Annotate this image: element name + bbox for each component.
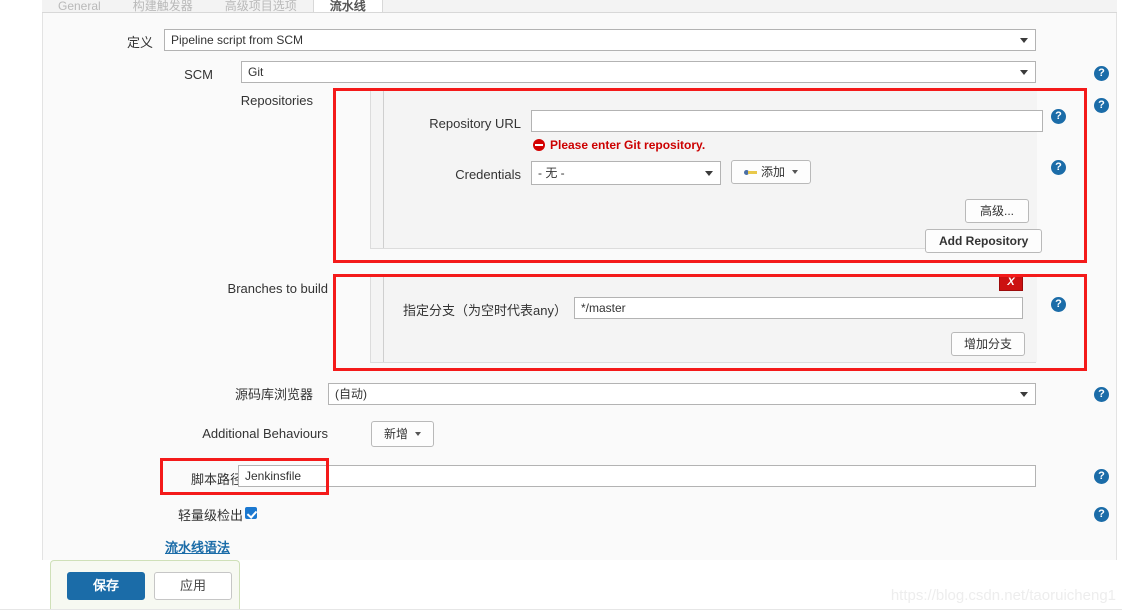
- key-icon: [744, 168, 757, 177]
- advanced-button-label: 高级...: [980, 204, 1015, 218]
- repository-url-error: Please enter Git repository.: [533, 138, 705, 152]
- definition-select[interactable]: Pipeline script from SCM: [164, 29, 1036, 51]
- watermark-text: https://blog.csdn.net/taoruicheng1: [890, 587, 1116, 604]
- add-behaviour-button[interactable]: 新增: [371, 421, 435, 447]
- help-icon-repository-url[interactable]: ?: [1051, 109, 1066, 124]
- scm-select-value: Git: [248, 65, 264, 79]
- chevron-down-icon: [792, 170, 799, 174]
- tab-general[interactable]: General: [42, 0, 117, 12]
- delete-branch-label: X: [1007, 276, 1015, 288]
- branches-panel-inner: [383, 277, 1037, 362]
- definition-select-value: Pipeline script from SCM: [171, 33, 304, 47]
- save-button-label: 保存: [92, 578, 119, 593]
- tab-label: General: [58, 0, 101, 13]
- add-repository-label: Add Repository: [939, 234, 1029, 248]
- jenkins-pipeline-config-screen: General 构建触发器 高级项目选项 流水线 定义 Pipeline scr…: [0, 0, 1122, 612]
- add-behaviour-label: 新增: [384, 427, 409, 441]
- help-icon-branches[interactable]: ?: [1051, 297, 1066, 312]
- pipeline-syntax-link[interactable]: 流水线语法: [165, 537, 230, 556]
- branches-to-build-label: Branches to build: [227, 281, 328, 296]
- lightweight-checkout-checkbox[interactable]: [245, 507, 257, 519]
- additional-behaviours-label: Additional Behaviours: [202, 426, 328, 441]
- help-icon-repositories[interactable]: ?: [1094, 98, 1109, 113]
- chevron-down-icon: [1020, 38, 1028, 43]
- lightweight-checkout-label: 轻量级检出: [177, 508, 243, 523]
- error-circle-icon: [533, 139, 545, 151]
- add-branch-label: 增加分支: [964, 337, 1013, 351]
- script-path-input[interactable]: [238, 465, 1036, 487]
- repo-browser-label: 源码库浏览器: [234, 387, 313, 402]
- help-icon-credentials[interactable]: ?: [1051, 160, 1066, 175]
- help-icon-scm[interactable]: ?: [1094, 66, 1109, 81]
- chevron-down-icon: [705, 171, 713, 176]
- help-icon-script-path[interactable]: ?: [1094, 469, 1109, 484]
- tab-label: 流水线: [329, 0, 366, 13]
- repository-url-label: Repository URL: [429, 116, 521, 131]
- apply-button[interactable]: 应用: [154, 572, 232, 600]
- repo-browser-select[interactable]: (自动): [328, 383, 1036, 405]
- apply-button-label: 应用: [179, 578, 206, 593]
- credentials-label: Credentials: [455, 167, 521, 182]
- script-path-label: 脚本路径: [190, 472, 243, 487]
- tab-label: 高级项目选项: [224, 0, 297, 13]
- help-icon-lightweight-checkout[interactable]: ?: [1094, 507, 1109, 522]
- add-branch-button[interactable]: 增加分支: [951, 332, 1026, 356]
- save-button[interactable]: 保存: [67, 572, 145, 600]
- tab-pipeline[interactable]: 流水线: [312, 0, 383, 13]
- advanced-button[interactable]: 高级...: [965, 199, 1030, 223]
- scm-select[interactable]: Git: [241, 61, 1036, 83]
- tab-label: 构建触发器: [132, 0, 193, 13]
- tab-build-triggers[interactable]: 构建触发器: [117, 0, 209, 12]
- definition-row: 定义: [61, 31, 153, 51]
- help-icon-repo-browser[interactable]: ?: [1094, 387, 1109, 402]
- chevron-down-icon: [1020, 392, 1028, 397]
- repository-url-error-text: Please enter Git repository.: [550, 138, 706, 152]
- add-repository-button[interactable]: Add Repository: [925, 229, 1043, 253]
- add-credentials-label: 添加: [761, 165, 786, 179]
- add-credentials-button[interactable]: 添加: [731, 160, 812, 184]
- repositories-label: Repositories: [240, 93, 313, 108]
- tab-advanced-project-options[interactable]: 高级项目选项: [209, 0, 313, 12]
- chevron-down-icon: [1020, 70, 1028, 75]
- repositories-panel: Repository URL Please enter Git reposito…: [370, 90, 1043, 253]
- repo-browser-select-value: (自动): [335, 387, 367, 401]
- branch-specifier-input[interactable]: [574, 297, 1023, 319]
- repository-url-input[interactable]: [531, 110, 1043, 132]
- definition-label: 定义: [126, 35, 153, 50]
- branches-panel: 指定分支（为空时代表any） X 增加分支: [370, 274, 1037, 363]
- branch-specifier-label: 指定分支（为空时代表any）: [403, 303, 567, 318]
- config-form-body: 定义 Pipeline script from SCM SCM Git Repo…: [42, 13, 1117, 560]
- form-action-bar: 保存 应用: [50, 560, 240, 610]
- credentials-select[interactable]: - 无 -: [531, 161, 721, 185]
- credentials-select-value: - 无 -: [538, 166, 565, 180]
- delete-branch-button[interactable]: X: [999, 274, 1023, 291]
- scm-label: SCM: [184, 67, 213, 82]
- chevron-down-icon: [415, 432, 422, 436]
- config-tab-bar: General 构建触发器 高级项目选项 流水线: [42, 0, 1117, 13]
